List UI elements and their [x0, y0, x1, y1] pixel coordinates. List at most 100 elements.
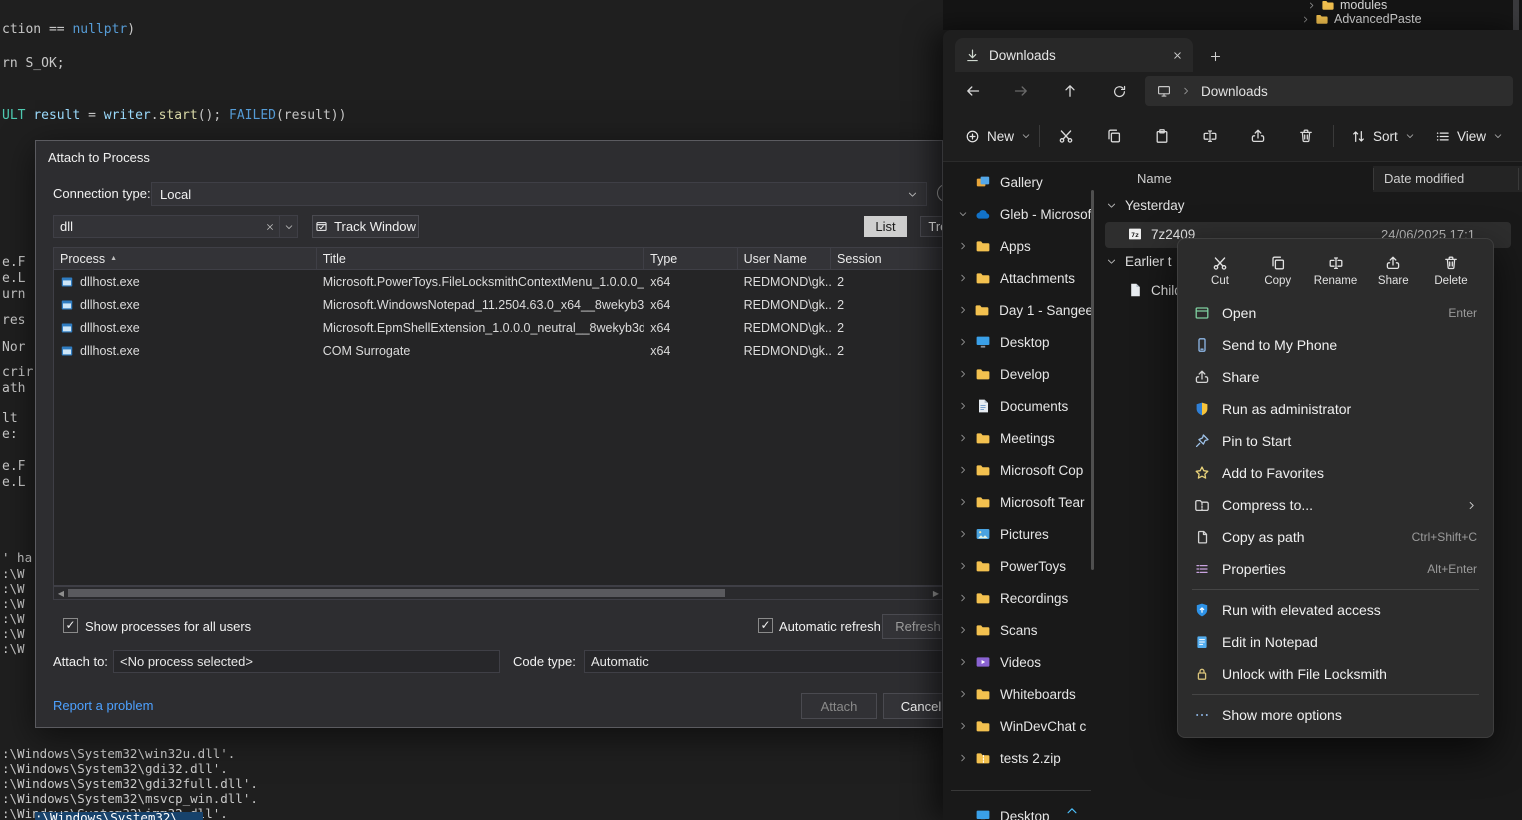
context-item-edit-in-notepad[interactable]: Edit in Notepad — [1182, 626, 1489, 658]
refresh-button[interactable] — [1103, 75, 1135, 107]
chevron-right-icon[interactable] — [953, 369, 973, 379]
chevron-right-icon[interactable] — [953, 593, 973, 603]
rename-quick-button[interactable]: Rename — [1308, 245, 1364, 297]
column-header-session[interactable]: Session — [831, 248, 943, 269]
close-icon[interactable] — [1172, 50, 1183, 61]
tree-toggle-button[interactable]: Tree — [920, 216, 943, 237]
clear-filter-icon[interactable] — [261, 222, 279, 232]
chevron-right-icon[interactable] — [953, 657, 973, 667]
back-button[interactable] — [957, 75, 989, 107]
sidebar-scrollbar[interactable] — [1091, 190, 1094, 570]
column-header-user[interactable]: User Name — [738, 248, 831, 269]
share-quick-button[interactable]: Share — [1365, 245, 1421, 297]
sidebar-item-apps[interactable]: Apps — [945, 230, 1091, 262]
chevron-right-icon[interactable] — [953, 273, 973, 283]
chevron-right-icon[interactable] — [953, 721, 973, 731]
share-button[interactable] — [1239, 118, 1277, 154]
cut-button[interactable] — [1047, 118, 1085, 154]
cut-quick-button[interactable]: Cut — [1192, 245, 1248, 297]
sidebar-item-scans[interactable]: Scans — [945, 614, 1091, 646]
context-item-pin-to-start[interactable]: Pin to Start — [1182, 425, 1489, 457]
report-problem-link[interactable]: Report a problem — [53, 698, 153, 713]
sidebar-item-gallery[interactable]: Gallery — [945, 166, 1091, 198]
code-type-input[interactable] — [585, 651, 943, 672]
tree-item-advancedpaste[interactable]: AdvancedPaste — [1301, 12, 1422, 26]
tree-item-modules[interactable]: modules — [1307, 0, 1387, 12]
paste-button[interactable] — [1143, 118, 1181, 154]
context-item-add-to-favorites[interactable]: Add to Favorites — [1182, 457, 1489, 489]
chevron-right-icon[interactable] — [953, 433, 973, 443]
column-header-process[interactable]: Process — [54, 248, 317, 269]
context-item-share[interactable]: Share — [1182, 361, 1489, 393]
column-separator[interactable] — [1373, 168, 1374, 190]
chevron-down-icon[interactable] — [953, 209, 973, 219]
sidebar-item-tests-zip[interactable]: tests 2.zip — [945, 742, 1091, 774]
address-bar[interactable]: Downloads — [1145, 76, 1513, 106]
context-item-copy-as-path[interactable]: Copy as pathCtrl+Shift+C — [1182, 521, 1489, 553]
process-row[interactable]: dllhost.exe COM Surrogate x64 REDMOND\gk… — [54, 339, 943, 362]
tab-downloads[interactable]: Downloads — [955, 38, 1193, 72]
context-item-compress-to[interactable]: Compress to... — [1182, 489, 1489, 521]
column-header-date-modified[interactable]: Date modified — [1384, 171, 1464, 186]
context-item-send-to-phone[interactable]: Send to My Phone — [1182, 329, 1489, 361]
chevron-right-icon[interactable] — [953, 305, 973, 315]
process-row[interactable]: dllhost.exe Microsoft.WindowsNotepad_11.… — [54, 293, 943, 316]
rename-button[interactable] — [1191, 118, 1229, 154]
sidebar-item-microsoft-cop[interactable]: Microsoft Cop — [945, 454, 1091, 486]
group-header-earlier[interactable]: Earlier t — [1106, 254, 1172, 269]
sidebar-item-pictures[interactable]: Pictures — [945, 518, 1091, 550]
horizontal-scrollbar[interactable]: ◀ ▶ — [53, 586, 943, 600]
sidebar-item-day1[interactable]: Day 1 - Sangee — [945, 294, 1091, 326]
new-button[interactable]: New — [955, 118, 1041, 154]
view-button[interactable]: View — [1425, 118, 1513, 154]
cancel-button[interactable]: Cancel — [883, 693, 943, 719]
connection-type-dropdown[interactable]: Local — [151, 182, 927, 206]
chevron-right-icon[interactable] — [953, 497, 973, 507]
column-header-type[interactable]: Type — [644, 248, 737, 269]
context-item-show-more-options[interactable]: Show more options — [1182, 699, 1489, 731]
refresh-button[interactable]: Refresh — [882, 614, 943, 639]
copy-button[interactable] — [1095, 118, 1133, 154]
delete-button[interactable] — [1287, 118, 1325, 154]
show-all-users-checkbox[interactable] — [63, 618, 78, 633]
chevron-right-icon[interactable] — [953, 561, 973, 571]
process-filter-input[interactable] — [54, 219, 261, 234]
sidebar-item-whiteboards[interactable]: Whiteboards — [945, 678, 1091, 710]
chevron-right-icon[interactable] — [953, 753, 973, 763]
copy-quick-button[interactable]: Copy — [1250, 245, 1306, 297]
sidebar-item-recordings[interactable]: Recordings — [945, 582, 1091, 614]
column-header-name[interactable]: Name — [1137, 171, 1172, 186]
scrollbar-thumb[interactable] — [68, 589, 725, 597]
sidebar-item-onedrive[interactable]: Gleb - Microsof — [945, 198, 1091, 230]
sidebar-item-develop[interactable]: Develop — [945, 358, 1091, 390]
filter-dropdown-icon[interactable] — [279, 216, 297, 237]
chevron-right-icon[interactable] — [953, 401, 973, 411]
chevron-right-icon[interactable] — [953, 529, 973, 539]
scroll-left-icon[interactable]: ◀ — [54, 589, 68, 598]
list-toggle-button[interactable]: List — [864, 216, 907, 237]
process-row[interactable]: dllhost.exe Microsoft.EpmShellExtension_… — [54, 316, 943, 339]
chevron-right-icon[interactable] — [953, 241, 973, 251]
sidebar-item-microsoft-tear[interactable]: Microsoft Tear — [945, 486, 1091, 518]
sort-button[interactable]: Sort — [1341, 118, 1425, 154]
context-item-run-as-admin[interactable]: Run as administrator — [1182, 393, 1489, 425]
context-item-properties[interactable]: PropertiesAlt+Enter — [1182, 553, 1489, 585]
track-window-button[interactable]: Track Window — [312, 215, 419, 238]
sidebar-item-videos[interactable]: Videos — [945, 646, 1091, 678]
scroll-up-icon[interactable] — [1065, 804, 1079, 818]
chevron-right-icon[interactable] — [953, 689, 973, 699]
forward-button[interactable] — [1005, 75, 1037, 107]
up-button[interactable] — [1054, 75, 1086, 107]
column-header-title[interactable]: Title — [317, 248, 644, 269]
sidebar-item-documents[interactable]: Documents — [945, 390, 1091, 422]
auto-refresh-checkbox[interactable] — [758, 618, 773, 633]
chevron-right-icon[interactable] — [953, 465, 973, 475]
sidebar-item-desktop[interactable]: Desktop — [945, 326, 1091, 358]
chevron-right-icon[interactable] — [953, 337, 973, 347]
new-tab-button[interactable] — [1205, 46, 1225, 66]
attach-to-input[interactable] — [114, 651, 499, 672]
sidebar-item-attachments[interactable]: Attachments — [945, 262, 1091, 294]
context-item-run-elevated[interactable]: Run with elevated access — [1182, 594, 1489, 626]
sidebar-item-windevchat[interactable]: WinDevChat c — [945, 710, 1091, 742]
attach-button[interactable]: Attach — [801, 693, 877, 719]
